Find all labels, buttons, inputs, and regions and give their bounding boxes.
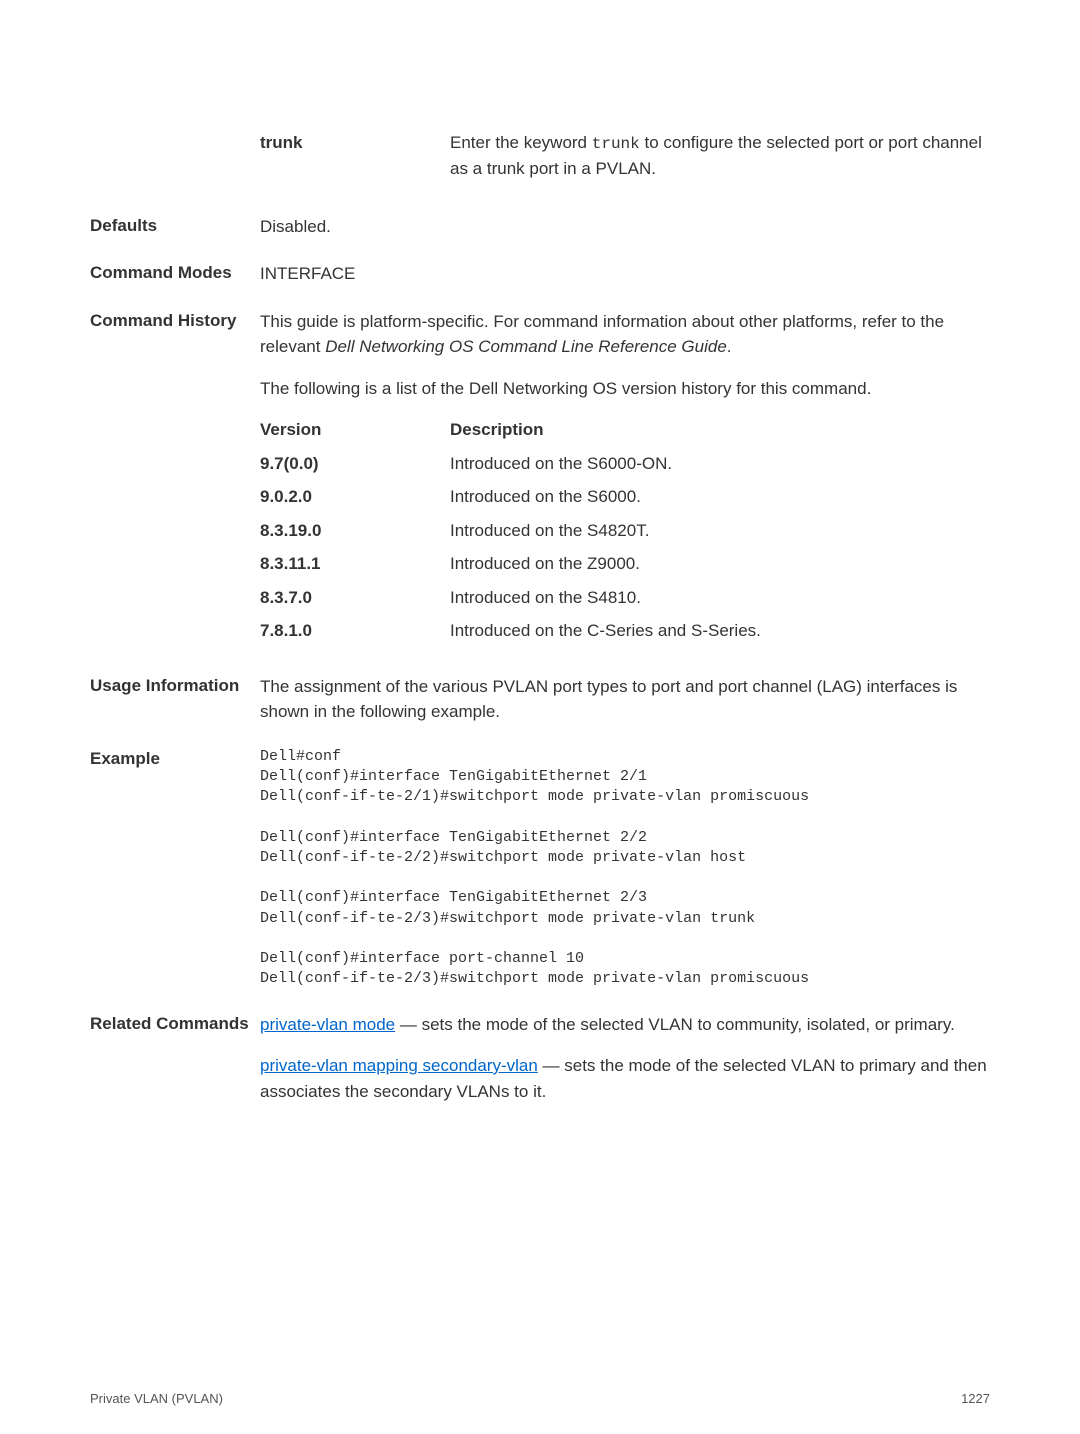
command-history-row: Command History This guide is platform-s…	[90, 309, 990, 652]
example-label: Example	[90, 747, 260, 990]
usage-row: Usage Information The assignment of the …	[90, 674, 990, 725]
footer-left: Private VLAN (PVLAN)	[90, 1391, 223, 1406]
version-header-col1: Version	[260, 417, 450, 443]
table-row: 9.7(0.0) Introduced on the S6000-ON.	[260, 451, 990, 477]
history-p1-italic: Dell Networking OS Command Line Referenc…	[325, 337, 727, 356]
version-cell: 9.0.2.0	[260, 484, 450, 510]
spacer-col	[90, 130, 260, 188]
command-history-label: Command History	[90, 309, 260, 652]
usage-text: The assignment of the various PVLAN port…	[260, 674, 990, 725]
command-history-content: This guide is platform-specific. For com…	[260, 309, 990, 652]
defaults-value: Disabled.	[260, 214, 990, 240]
table-row: 8.3.7.0 Introduced on the S4810.	[260, 585, 990, 611]
table-row: 9.0.2.0 Introduced on the S6000.	[260, 484, 990, 510]
private-vlan-mapping-link[interactable]: private-vlan mapping secondary-vlan	[260, 1056, 538, 1075]
command-modes-value: INTERFACE	[260, 261, 990, 287]
related-label: Related Commands	[90, 1012, 260, 1121]
history-para2: The following is a list of the Dell Netw…	[260, 376, 990, 402]
version-cell: 8.3.7.0	[260, 585, 450, 611]
table-row: 8.3.19.0 Introduced on the S4820T.	[260, 518, 990, 544]
example-code: Dell#conf Dell(conf)#interface TenGigabi…	[260, 747, 990, 990]
trunk-code: trunk	[592, 135, 640, 153]
related-text-1: — sets the mode of the selected VLAN to …	[395, 1015, 955, 1034]
related-item-1: private-vlan mode — sets the mode of the…	[260, 1012, 990, 1038]
command-modes-label: Command Modes	[90, 261, 260, 287]
command-modes-row: Command Modes INTERFACE	[90, 261, 990, 287]
version-table: Version Description 9.7(0.0) Introduced …	[260, 417, 990, 644]
table-row: 7.8.1.0 Introduced on the C-Series and S…	[260, 618, 990, 644]
page-footer: Private VLAN (PVLAN) 1227	[90, 1391, 990, 1406]
related-row: Related Commands private-vlan mode — set…	[90, 1012, 990, 1121]
desc-cell: Introduced on the S6000-ON.	[450, 451, 990, 477]
related-item-2: private-vlan mapping secondary-vlan — se…	[260, 1053, 990, 1104]
desc-cell: Introduced on the C-Series and S-Series.	[450, 618, 990, 644]
footer-right: 1227	[961, 1391, 990, 1406]
trunk-label: trunk	[260, 130, 450, 182]
desc-cell: Introduced on the S4820T.	[450, 518, 990, 544]
desc-cell: Introduced on the S4810.	[450, 585, 990, 611]
desc-cell: Introduced on the Z9000.	[450, 551, 990, 577]
usage-label: Usage Information	[90, 674, 260, 725]
version-cell: 8.3.11.1	[260, 551, 450, 577]
param-trunk-row: trunk Enter the keyword trunk to configu…	[90, 130, 990, 188]
trunk-text1: Enter the keyword	[450, 133, 592, 152]
desc-cell: Introduced on the S6000.	[450, 484, 990, 510]
history-para1: This guide is platform-specific. For com…	[260, 309, 990, 360]
private-vlan-mode-link[interactable]: private-vlan mode	[260, 1015, 395, 1034]
defaults-label: Defaults	[90, 214, 260, 240]
example-content: Dell#conf Dell(conf)#interface TenGigabi…	[260, 747, 990, 990]
version-header-col2: Description	[450, 417, 990, 443]
related-content: private-vlan mode — sets the mode of the…	[260, 1012, 990, 1121]
table-row: 8.3.11.1 Introduced on the Z9000.	[260, 551, 990, 577]
trunk-desc: Enter the keyword trunk to configure the…	[450, 130, 990, 182]
example-row: Example Dell#conf Dell(conf)#interface T…	[90, 747, 990, 990]
param-trunk-content: trunk Enter the keyword trunk to configu…	[260, 130, 990, 188]
history-p1b: .	[727, 337, 732, 356]
defaults-row: Defaults Disabled.	[90, 214, 990, 240]
version-cell: 7.8.1.0	[260, 618, 450, 644]
version-cell: 8.3.19.0	[260, 518, 450, 544]
version-cell: 9.7(0.0)	[260, 451, 450, 477]
version-header: Version Description	[260, 417, 990, 443]
